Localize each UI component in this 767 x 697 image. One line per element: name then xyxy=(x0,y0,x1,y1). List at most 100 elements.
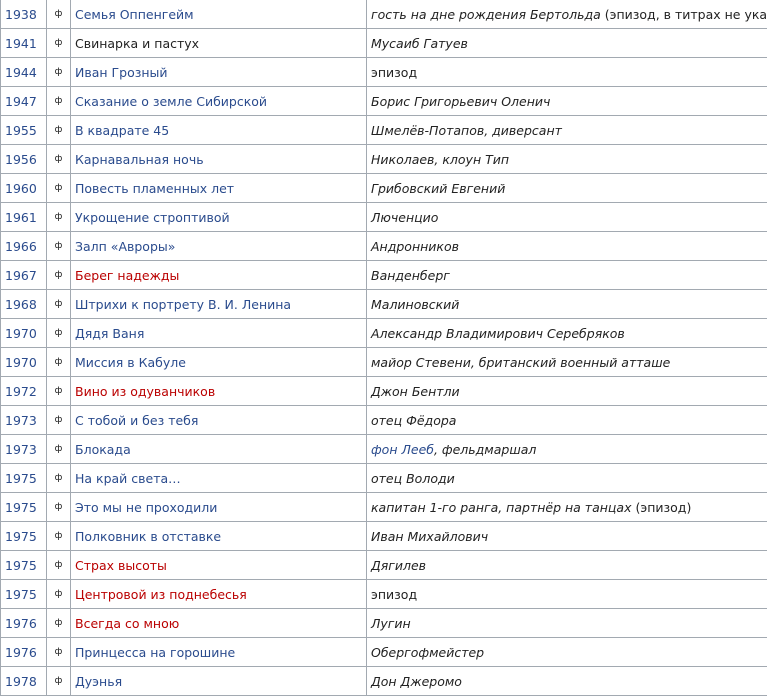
filmography-table: 1938 ф Семья Оппенгейм гость на дне рождени… xyxy=(0,0,767,696)
film-title-link[interactable]: Всегда со мною xyxy=(75,616,179,631)
film-title-cell: Семья Оппенгейм xyxy=(70,0,367,29)
film-role-cell: отец Фёдора xyxy=(366,405,767,435)
film-role-cell: Обергофмейстер xyxy=(366,637,767,667)
role-link[interactable]: фон Лееб xyxy=(371,442,434,457)
film-title-link[interactable]: Берег надежды xyxy=(75,268,179,283)
table-row: 1970 ф Миссия в Кабуле майор Стевени, брита… xyxy=(0,347,767,377)
film-title-link[interactable]: Это мы не проходили xyxy=(75,500,217,515)
film-title-link[interactable]: Центровой из поднебесья xyxy=(75,587,247,602)
film-year[interactable]: 1975 xyxy=(0,550,47,580)
film-year[interactable]: 1968 xyxy=(0,289,47,319)
film-role-cell: отец Володи xyxy=(366,463,767,493)
film-title-link[interactable]: Штрихи к портрету В. И. Ленина xyxy=(75,297,291,312)
film-year[interactable]: 1956 xyxy=(0,144,47,174)
film-title-link[interactable]: Страх высоты xyxy=(75,558,167,573)
film-type-symbol: ф xyxy=(46,434,71,464)
film-year[interactable]: 1961 xyxy=(0,202,47,232)
role-text: Дягилев xyxy=(371,557,427,573)
film-title-link[interactable]: Полковник в отставке xyxy=(75,529,221,544)
table-row: 1947 ф Сказание о земле Сибирской Борис Гри… xyxy=(0,86,767,116)
film-year[interactable]: 1973 xyxy=(0,405,47,435)
film-title-cell: Укрощение строптивой xyxy=(70,202,367,232)
role-text: Люченцио xyxy=(371,209,439,225)
film-role-cell: Дягилев xyxy=(366,550,767,580)
film-title-link[interactable]: Свинарка и пастух xyxy=(75,36,199,51)
film-type-symbol: ф xyxy=(46,202,71,232)
film-type-symbol: ф xyxy=(46,28,71,58)
film-role-cell: Борис Григорьевич Оленич xyxy=(366,86,767,116)
role-text: Ванденберг xyxy=(371,267,450,283)
table-row: 1975 ф Это мы не проходили капитан 1-го ран… xyxy=(0,492,767,522)
role-text: отец Володи xyxy=(371,470,455,486)
film-title-link[interactable]: Принцесса на горошине xyxy=(75,645,235,660)
film-role-cell: майор Стевени, британский военный атташе xyxy=(366,347,767,377)
role-text: гость на дне рождения Бертольда xyxy=(371,6,601,22)
film-title-cell: Центровой из поднебесья xyxy=(70,579,367,609)
film-title-link[interactable]: Сказание о земле Сибирской xyxy=(75,94,267,109)
role-note: (эпизод) xyxy=(631,499,692,515)
film-year[interactable]: 1973 xyxy=(0,434,47,464)
film-title-cell: Сказание о земле Сибирской xyxy=(70,86,367,116)
table-row: 1975 ф Полковник в отставке Иван Михайлович xyxy=(0,521,767,551)
film-year[interactable]: 1976 xyxy=(0,637,47,667)
film-year[interactable]: 1967 xyxy=(0,260,47,290)
film-year[interactable]: 1947 xyxy=(0,86,47,116)
film-title-cell: Берег надежды xyxy=(70,260,367,290)
film-title-link[interactable]: В квадрате 45 xyxy=(75,123,169,138)
role-text: Грибовский Евгений xyxy=(371,180,506,196)
film-title-cell: Это мы не проходили xyxy=(70,492,367,522)
film-year[interactable]: 1955 xyxy=(0,115,47,145)
film-title-link[interactable]: Карнавальная ночь xyxy=(75,152,204,167)
table-row: 1955 ф В квадрате 45 Шмелёв-Потапов, диверс… xyxy=(0,115,767,145)
film-year[interactable]: 1975 xyxy=(0,579,47,609)
table-row: 1978 ф Дуэнья Дон Джеромо xyxy=(0,666,767,696)
film-year[interactable]: 1975 xyxy=(0,492,47,522)
table-row: 1975 ф На край света… отец Володи xyxy=(0,463,767,493)
film-title-cell: Принцесса на горошине xyxy=(70,637,367,667)
film-title-link[interactable]: Иван Грозный xyxy=(75,65,168,80)
film-year[interactable]: 1970 xyxy=(0,318,47,348)
film-title-link[interactable]: Залп «Авроры» xyxy=(75,239,175,254)
role-text: Лугин xyxy=(371,615,411,631)
film-title-link[interactable]: Блокада xyxy=(75,442,131,457)
role-note: (эпизод, в титрах не указан) xyxy=(604,6,767,22)
film-type-symbol: ф xyxy=(46,376,71,406)
film-year[interactable]: 1972 xyxy=(0,376,47,406)
film-title-cell: Вино из одуванчиков xyxy=(70,376,367,406)
film-title-cell: Залп «Авроры» xyxy=(70,231,367,261)
film-type-symbol: ф xyxy=(46,463,71,493)
film-title-cell: Штрихи к портрету В. И. Ленина xyxy=(70,289,367,319)
film-year[interactable]: 1975 xyxy=(0,463,47,493)
film-year[interactable]: 1975 xyxy=(0,521,47,551)
film-year[interactable]: 1978 xyxy=(0,666,47,696)
film-title-cell: На край света… xyxy=(70,463,367,493)
film-year[interactable]: 1941 xyxy=(0,28,47,58)
film-type-symbol: ф xyxy=(46,492,71,522)
film-year[interactable]: 1944 xyxy=(0,57,47,87)
film-year[interactable]: 1976 xyxy=(0,608,47,638)
film-year[interactable]: 1938 xyxy=(0,0,47,29)
film-title-link[interactable]: Повесть пламенных лет xyxy=(75,181,234,196)
film-title-link[interactable]: Дуэнья xyxy=(75,674,122,689)
film-title-link[interactable]: На край света… xyxy=(75,471,181,486)
film-title-link[interactable]: Дядя Ваня xyxy=(75,326,144,341)
film-year[interactable]: 1960 xyxy=(0,173,47,203)
film-title-link[interactable]: Миссия в Кабуле xyxy=(75,355,186,370)
film-title-link[interactable]: Вино из одуванчиков xyxy=(75,384,215,399)
film-year[interactable]: 1966 xyxy=(0,231,47,261)
film-year[interactable]: 1970 xyxy=(0,347,47,377)
role-text: капитан 1-го ранга, партнёр на танцах xyxy=(371,499,632,515)
role-text: эпизод xyxy=(371,64,418,80)
table-row: 1970 ф Дядя Ваня Александр Владимирович Сер… xyxy=(0,318,767,348)
film-title-link[interactable]: Укрощение строптивой xyxy=(75,210,230,225)
role-text: Шмелёв-Потапов, диверсант xyxy=(371,122,562,138)
role-text: Джон Бентли xyxy=(371,383,460,399)
film-role-cell: Ванденберг xyxy=(366,260,767,290)
role-text: отец Фёдора xyxy=(371,412,457,428)
film-type-symbol: ф xyxy=(46,666,71,696)
film-type-symbol: ф xyxy=(46,231,71,261)
film-title-link[interactable]: Семья Оппенгейм xyxy=(75,7,194,22)
table-row: 1973 ф Блокада фон Лееб, фельдмаршал xyxy=(0,434,767,464)
film-title-link[interactable]: С тобой и без тебя xyxy=(75,413,198,428)
film-role-cell: Грибовский Евгений xyxy=(366,173,767,203)
